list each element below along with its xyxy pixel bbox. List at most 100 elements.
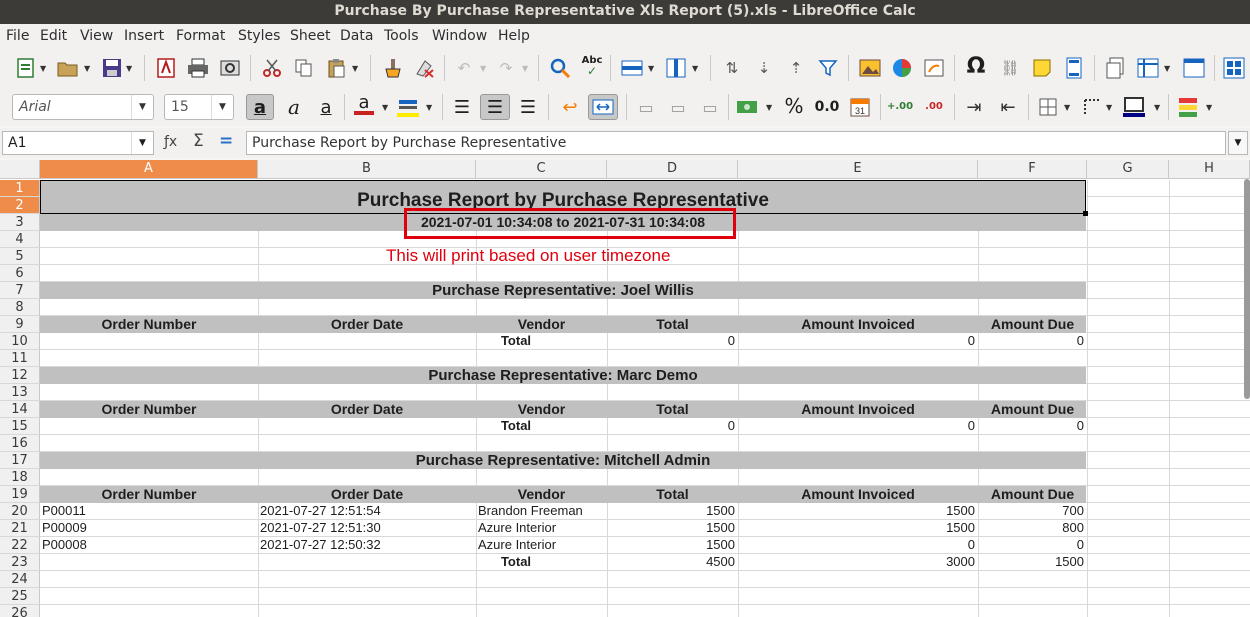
row-header-8[interactable]: 8 xyxy=(0,299,40,316)
copy-icon[interactable] xyxy=(292,56,316,80)
italic-icon[interactable]: a xyxy=(282,95,306,119)
cut-icon[interactable] xyxy=(260,56,284,80)
increase-indent-icon[interactable]: ⇥ xyxy=(962,95,986,119)
row-header-25[interactable]: 25 xyxy=(0,588,40,605)
border-color-dropdown-icon[interactable]: ▼ xyxy=(1154,103,1160,112)
vertical-scrollbar[interactable] xyxy=(1244,179,1250,399)
paste-icon[interactable] xyxy=(324,56,348,80)
conditional-format-icon[interactable] xyxy=(1176,95,1200,119)
border-style-icon[interactable] xyxy=(1080,95,1104,119)
decrease-indent-icon[interactable]: ⇤ xyxy=(996,95,1020,119)
spelling-icon[interactable]: Abc ✓ xyxy=(580,54,604,78)
currency-dropdown-icon[interactable]: ▼ xyxy=(766,103,772,112)
conditional-dropdown-icon[interactable]: ▼ xyxy=(1206,103,1212,112)
border-color-icon[interactable] xyxy=(1122,95,1146,119)
menu-view[interactable]: View xyxy=(80,28,113,44)
function-wizard-icon[interactable]: ƒx xyxy=(164,134,177,150)
column-dropdown-icon[interactable]: ▼ xyxy=(692,64,698,73)
undo-icon[interactable]: ↶ xyxy=(452,56,476,80)
menu-help[interactable]: Help xyxy=(498,28,530,44)
row-header-22[interactable]: 22 xyxy=(0,537,40,554)
menu-edit[interactable]: Edit xyxy=(40,28,67,44)
name-box[interactable]: A1 ▼ xyxy=(2,131,154,155)
border-style-dropdown-icon[interactable]: ▼ xyxy=(1106,103,1112,112)
hyperlink-icon[interactable]: ⛓ xyxy=(998,56,1022,80)
chevron-down-icon[interactable]: ▼ xyxy=(131,132,153,154)
menu-window[interactable]: Window xyxy=(432,28,487,44)
row-dropdown-icon[interactable]: ▼ xyxy=(648,64,654,73)
currency-format-icon[interactable] xyxy=(736,95,760,119)
new-spreadsheet-icon[interactable] xyxy=(14,56,38,80)
chevron-down-icon[interactable]: ▼ xyxy=(211,95,233,119)
number-format-icon[interactable]: 0.0 xyxy=(812,95,842,119)
clone-formatting-icon[interactable] xyxy=(380,56,404,80)
column-header-a[interactable]: A xyxy=(40,160,258,179)
sort-ascending-icon[interactable]: ⇣ xyxy=(752,56,776,80)
percent-format-icon[interactable]: % xyxy=(782,94,806,118)
font-color-dropdown-icon[interactable]: ▼ xyxy=(382,103,388,112)
row-header-13[interactable]: 13 xyxy=(0,384,40,401)
row-header-9[interactable]: 9 xyxy=(0,316,40,333)
sort-descending-icon[interactable]: ⇡ xyxy=(784,56,808,80)
align-bottom-icon[interactable]: ▭ xyxy=(698,95,722,119)
row-header-18[interactable]: 18 xyxy=(0,469,40,486)
font-color-icon[interactable]: a xyxy=(352,93,376,117)
font-name-combo[interactable]: Arial ▼ xyxy=(12,94,154,120)
column-header-d[interactable]: D xyxy=(607,160,738,179)
undo-dropdown-icon[interactable]: ▼ xyxy=(480,64,486,73)
sum-icon[interactable]: Σ xyxy=(193,131,204,151)
pivot-table-icon[interactable] xyxy=(922,56,946,80)
column-header-f[interactable]: F xyxy=(978,160,1087,179)
clear-formatting-icon[interactable] xyxy=(412,56,436,80)
menu-format[interactable]: Format xyxy=(176,28,225,44)
row-header-16[interactable]: 16 xyxy=(0,435,40,452)
row-header-3[interactable]: 3 xyxy=(0,214,40,231)
column-header-h[interactable]: H xyxy=(1169,160,1250,179)
split-window-icon[interactable] xyxy=(1182,56,1206,80)
menu-sheet[interactable]: Sheet xyxy=(290,28,330,44)
row-header-6[interactable]: 6 xyxy=(0,265,40,282)
row-header-4[interactable]: 4 xyxy=(0,231,40,248)
insert-chart-icon[interactable] xyxy=(890,56,914,80)
row-header-24[interactable]: 24 xyxy=(0,571,40,588)
align-top-icon[interactable]: ▭ xyxy=(634,95,658,119)
row-header-20[interactable]: 20 xyxy=(0,503,40,520)
column-icon[interactable] xyxy=(664,56,688,80)
align-left-icon[interactable]: ☰ xyxy=(450,95,474,119)
menu-file[interactable]: File xyxy=(6,28,29,44)
row-header-2[interactable]: 2 xyxy=(0,197,40,214)
highlight-color-icon[interactable] xyxy=(396,95,420,119)
paste-dropdown-icon[interactable]: ▼ xyxy=(352,64,358,73)
row-header-5[interactable]: 5 xyxy=(0,248,40,265)
align-center-icon[interactable]: ☰ xyxy=(480,94,510,120)
column-header-e[interactable]: E xyxy=(738,160,978,179)
redo-icon[interactable]: ↷ xyxy=(494,56,518,80)
special-character-icon[interactable]: Ω xyxy=(964,54,988,79)
row-header-1[interactable]: 1 xyxy=(0,180,40,197)
menu-tools[interactable]: Tools xyxy=(384,28,419,44)
row-header-10[interactable]: 10 xyxy=(0,333,40,350)
menu-data[interactable]: Data xyxy=(340,28,373,44)
borders-dropdown-icon[interactable]: ▼ xyxy=(1064,103,1070,112)
sidebar-icon[interactable] xyxy=(1222,56,1246,80)
insert-image-icon[interactable] xyxy=(858,56,882,80)
save-icon[interactable] xyxy=(100,56,124,80)
row-header-19[interactable]: 19 xyxy=(0,486,40,503)
merge-center-icon[interactable] xyxy=(588,94,618,120)
borders-icon[interactable] xyxy=(1036,95,1060,119)
date-format-icon[interactable]: 31 xyxy=(848,95,872,119)
wrap-text-icon[interactable]: ↩ xyxy=(558,95,582,119)
column-header-b[interactable]: B xyxy=(258,160,476,179)
redo-dropdown-icon[interactable]: ▼ xyxy=(522,64,528,73)
center-vertically-icon[interactable]: ▭ xyxy=(666,95,690,119)
row-header-14[interactable]: 14 xyxy=(0,401,40,418)
menu-insert[interactable]: Insert xyxy=(124,28,164,44)
menu-styles[interactable]: Styles xyxy=(238,28,280,44)
freeze-dropdown-icon[interactable]: ▼ xyxy=(1164,64,1170,73)
bold-icon[interactable]: a xyxy=(246,94,274,120)
row-header-21[interactable]: 21 xyxy=(0,520,40,537)
row-header-26[interactable]: 26 xyxy=(0,605,40,617)
export-pdf-icon[interactable] xyxy=(154,56,178,80)
row-header-7[interactable]: 7 xyxy=(0,282,40,299)
formula-icon[interactable]: = xyxy=(219,131,233,151)
